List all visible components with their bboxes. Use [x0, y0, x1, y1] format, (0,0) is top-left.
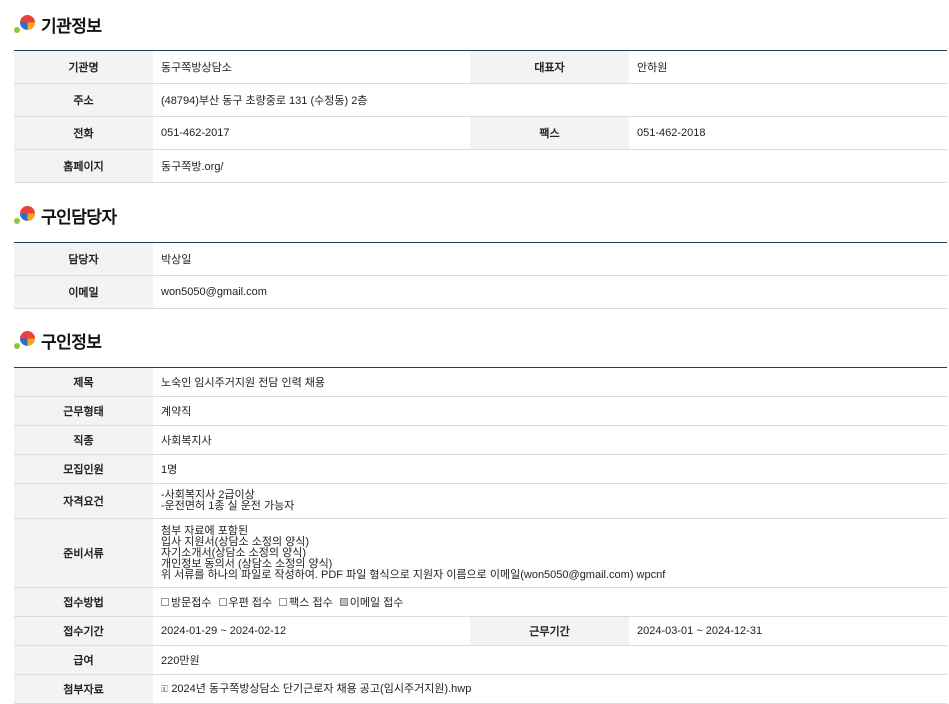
headcount-value: 1명 — [153, 454, 948, 484]
document-line: 위 서류를 하나의 파일로 작성하여. PDF 파일 형식으로 지원자 이름으로… — [161, 568, 666, 581]
table-row: 접수기간 2024-01-29 ~ 2024-02-12 근무기간 2024-0… — [14, 616, 948, 646]
table-row: 이메일 won5050@gmail.com — [14, 275, 947, 309]
table-row: 제목 노숙인 임시주거지원 전담 인력 채용 — [14, 367, 948, 397]
section-title-contact: 구인담당자 — [14, 203, 117, 227]
org-name-value: 동구쪽방상담소 — [153, 50, 470, 84]
checkbox-icon — [218, 598, 227, 606]
row-label: 대표자 — [470, 50, 629, 84]
row-label: 이메일 — [14, 275, 153, 309]
row-label: 팩스 — [470, 116, 629, 150]
attachment-cell: 🗉 2024년 동구쪽방상담소 단기근로자 채용 공고(임시주거지원).hwp — [153, 674, 948, 704]
address-value: (48794)부산 동구 초량중로 131 (수정동) 2층 — [153, 83, 947, 117]
section-title-org: 기관정보 — [14, 12, 102, 36]
representative-value: 안하원 — [629, 50, 947, 84]
method-email-checkbox: 이메일 접수 — [339, 594, 404, 610]
job-subject-value: 노숙인 임시주거지원 전담 인력 채용 — [153, 367, 948, 397]
row-label: 첨부자료 — [14, 674, 153, 704]
row-label: 주소 — [14, 83, 153, 117]
org-info-table: 기관명 동구쪽방상담소 대표자 안하원 주소 (48794)부산 동구 초량중로… — [14, 50, 947, 183]
section-title-job: 구인정보 — [14, 328, 102, 352]
table-row: 근무형태 계약직 — [14, 396, 948, 426]
phone-value: 051-462-2017 — [153, 116, 470, 150]
row-label: 제목 — [14, 367, 153, 397]
checkbox-label: 이메일 접수 — [349, 597, 404, 609]
email-value: won5050@gmail.com — [153, 275, 947, 309]
checkbox-label: 방문접수 — [171, 597, 212, 609]
method-fax-checkbox: 팩스 접수 — [279, 594, 333, 610]
row-label: 기관명 — [14, 50, 153, 84]
section-heading: 구인담당자 — [41, 207, 117, 227]
attachment-link[interactable]: 2024년 동구쪽방상담소 단기근로자 채용 공고(임시주거지원).hwp — [171, 683, 471, 695]
work-period-value: 2024-03-01 ~ 2024-12-31 — [629, 616, 948, 646]
file-icon: 🗉 — [161, 683, 169, 695]
row-label: 준비서류 — [14, 518, 153, 588]
fax-value: 051-462-2018 — [629, 116, 947, 150]
table-row: 홈페이지 동구쪽방.org/ — [14, 149, 947, 183]
table-row: 모집인원 1명 — [14, 454, 948, 484]
row-label: 담당자 — [14, 242, 153, 276]
table-row: 급여 220만원 — [14, 645, 948, 675]
document-line: 자기소개서(상담소 소정의 양식) — [161, 546, 306, 559]
row-label: 홈페이지 — [14, 149, 153, 183]
qualifications-value: -사회복지사 2급이상 -운전면허 1종 실 운전 가능자 — [153, 483, 948, 519]
section-bullet-icon — [14, 14, 38, 34]
application-period-value: 2024-01-29 ~ 2024-02-12 — [153, 616, 470, 646]
section-bullet-icon — [14, 205, 38, 225]
contact-person-value: 박상일 — [153, 242, 947, 276]
checkbox-label: 팩스 접수 — [289, 597, 333, 609]
table-row: 직종 사회복지사 — [14, 425, 948, 455]
job-info-table: 제목 노숙인 임시주거지원 전담 인력 채용 근무형태 계약직 직종 사회복지사… — [14, 367, 948, 704]
section-bullet-icon — [14, 330, 38, 350]
row-label: 직종 — [14, 425, 153, 455]
occupation-value: 사회복지사 — [153, 425, 948, 455]
contact-table: 담당자 박상일 이메일 won5050@gmail.com — [14, 242, 947, 309]
checkbox-icon — [161, 598, 169, 606]
checkbox-label: 우편 접수 — [228, 597, 273, 609]
method-mail-checkbox: 우편 접수 — [218, 594, 273, 610]
table-row: 접수방법 방문접수 우편 접수 팩스 접수 이메일 접수 — [14, 587, 948, 617]
table-row: 담당자 박상일 — [14, 242, 947, 276]
salary-value: 220만원 — [153, 645, 948, 675]
row-label: 근무형태 — [14, 396, 153, 426]
section-heading: 기관정보 — [41, 16, 102, 36]
row-label: 자격요건 — [14, 483, 153, 519]
homepage-link[interactable]: 동구쪽방.org/ — [153, 149, 947, 183]
row-label: 급여 — [14, 645, 153, 675]
table-row: 주소 (48794)부산 동구 초량중로 131 (수정동) 2층 — [14, 83, 947, 117]
row-label: 접수방법 — [14, 587, 153, 617]
section-heading: 구인정보 — [41, 332, 102, 352]
checkbox-checked-icon — [339, 598, 348, 606]
row-label: 근무기간 — [470, 616, 629, 646]
document-line: 첨부 자료에 포함된 — [161, 524, 249, 537]
work-type-value: 계약직 — [153, 396, 948, 426]
method-visit-checkbox: 방문접수 — [161, 594, 211, 610]
application-methods: 방문접수 우편 접수 팩스 접수 이메일 접수 — [153, 587, 948, 617]
table-row: 준비서류 첨부 자료에 포함된 입사 지원서(상담소 소정의 양식) 자기소개서… — [14, 518, 948, 588]
document-line: 입사 지원서(상담소 소정의 양식) — [161, 535, 310, 548]
table-row: 기관명 동구쪽방상담소 대표자 안하원 — [14, 50, 947, 84]
table-row: 자격요건 -사회복지사 2급이상 -운전면허 1종 실 운전 가능자 — [14, 483, 948, 519]
table-row: 전화 051-462-2017 팩스 051-462-2018 — [14, 116, 947, 150]
checkbox-icon — [279, 598, 288, 606]
table-row: 첨부자료 🗉 2024년 동구쪽방상담소 단기근로자 채용 공고(임시주거지원).… — [14, 674, 948, 704]
row-label: 모집인원 — [14, 454, 153, 484]
qualification-line: -운전면허 1종 실 운전 가능자 — [161, 500, 295, 512]
document-line: 개인정보 동의서 (상담소 소정의 양식) — [161, 557, 333, 570]
required-documents-value: 첨부 자료에 포함된 입사 지원서(상담소 소정의 양식) 자기소개서(상담소 … — [153, 518, 948, 588]
row-label: 접수기간 — [14, 616, 153, 646]
row-label: 전화 — [14, 116, 153, 150]
